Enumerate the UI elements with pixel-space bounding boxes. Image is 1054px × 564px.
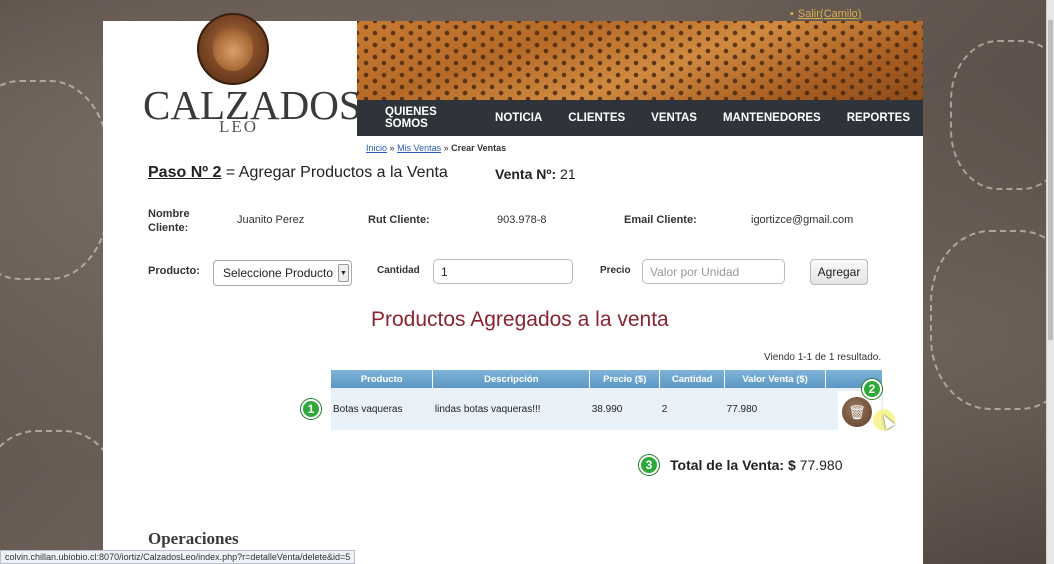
price-label: Precio bbox=[600, 265, 631, 276]
sale-total-label: Total de la Venta: $ bbox=[670, 457, 796, 473]
window-scrollbar[interactable] bbox=[1046, 0, 1054, 564]
step-label: Paso Nº 2 bbox=[148, 164, 222, 181]
add-button[interactable]: Agregar bbox=[810, 259, 868, 285]
breadcrumb-my-sales[interactable]: Mis Ventas bbox=[397, 143, 441, 153]
column-header-producto[interactable]: Producto bbox=[331, 370, 434, 388]
trash-icon[interactable]: 🗑 bbox=[842, 397, 872, 427]
main-page: CALZADOS LEO QUIENES SOMOS NOTICIA CLIEN… bbox=[103, 13, 923, 564]
breadcrumb-current: Crear Ventas bbox=[451, 143, 507, 153]
step-badge-1: 1 bbox=[301, 399, 321, 419]
leather-stitch-decoration bbox=[930, 230, 1054, 410]
column-header-valor-venta[interactable]: Valor Venta ($) bbox=[724, 370, 827, 388]
step-badge-3: 3 bbox=[639, 455, 659, 475]
products-table: Producto Descripción Precio ($) Cantidad… bbox=[331, 370, 883, 430]
nav-item-ventas[interactable]: VENTAS bbox=[638, 112, 710, 124]
client-name-label: Nombre Cliente: bbox=[148, 208, 190, 234]
lion-seal-icon bbox=[197, 13, 269, 85]
step-text: = Agregar Productos a la Venta bbox=[225, 164, 448, 181]
products-section-title: Productos Agregados a la venta bbox=[371, 308, 669, 331]
table-header-row: Producto Descripción Precio ($) Cantidad… bbox=[331, 370, 883, 388]
page-title: Paso Nº 2 = Agregar Productos a la Venta bbox=[148, 164, 448, 182]
product-label: Producto: bbox=[148, 265, 200, 277]
sale-number-value: 21 bbox=[560, 166, 576, 182]
leather-stitch-decoration bbox=[0, 430, 120, 564]
cell-producto: Botas vaqueras bbox=[331, 388, 433, 430]
client-rut-value: 903.978-8 bbox=[497, 214, 547, 226]
logo-subtitle: LEO bbox=[219, 117, 259, 136]
status-bar-url: colvin.chillan.ubiobio.cl:8070/iortiz/Ca… bbox=[0, 550, 356, 564]
price-input[interactable]: Valor por Unidad bbox=[642, 259, 785, 284]
breadcrumb-home[interactable]: Inicio bbox=[366, 143, 387, 153]
client-rut-label: Rut Cliente: bbox=[368, 214, 430, 226]
operations-title: Operaciones bbox=[148, 529, 239, 548]
product-select-value: Seleccione Producto bbox=[223, 266, 334, 280]
logout-link[interactable]: Salir(Camilo) bbox=[798, 8, 862, 20]
leather-stitch-decoration bbox=[0, 80, 110, 280]
client-email-value: igortizce@gmail.com bbox=[751, 214, 854, 226]
results-summary: Viendo 1-1 de 1 resultado. bbox=[764, 352, 882, 363]
leather-stitch-decoration bbox=[950, 40, 1054, 190]
sale-total-value: 77.980 bbox=[799, 457, 843, 473]
cell-valor-venta: 77.980 bbox=[724, 388, 826, 430]
cell-cantidad: 2 bbox=[659, 388, 725, 430]
lion-head-icon bbox=[213, 27, 253, 71]
breadcrumb-separator: » bbox=[389, 143, 395, 153]
header-banner-image bbox=[357, 21, 923, 100]
column-header-descripcion[interactable]: Descripción bbox=[432, 370, 591, 388]
column-header-cantidad[interactable]: Cantidad bbox=[659, 370, 726, 388]
breadcrumb: Inicio » Mis Ventas » Crear Ventas bbox=[366, 143, 506, 153]
main-nav: QUIENES SOMOS NOTICIA CLIENTES VENTAS MA… bbox=[357, 100, 923, 136]
breadcrumb-separator: » bbox=[443, 143, 449, 153]
bullet-icon: ▪ bbox=[790, 8, 794, 20]
nav-item-quienes-somos[interactable]: QUIENES SOMOS bbox=[357, 106, 482, 130]
nav-item-mantenedores[interactable]: MANTENEDORES bbox=[710, 112, 834, 124]
chevron-down-icon[interactable]: ▼ bbox=[338, 264, 349, 282]
nav-item-reportes[interactable]: REPORTES bbox=[834, 112, 923, 124]
step-badge-2: 2 bbox=[862, 379, 882, 399]
sale-total: Total de la Venta: $ 77.980 bbox=[670, 457, 843, 473]
logout-link-container: ▪ Salir(Camilo) bbox=[790, 8, 861, 20]
client-email-label: Email Cliente: bbox=[624, 214, 697, 226]
nav-item-noticia[interactable]: NOTICIA bbox=[482, 112, 555, 124]
cell-descripcion: lindas botas vaqueras!!! bbox=[432, 388, 590, 430]
client-name-value: Juanito Perez bbox=[237, 214, 305, 226]
column-header-precio[interactable]: Precio ($) bbox=[589, 370, 661, 388]
product-select[interactable]: Seleccione Producto ▼ bbox=[213, 260, 352, 286]
nav-item-clientes[interactable]: CLIENTES bbox=[555, 112, 638, 124]
table-row: Botas vaqueras lindas botas vaqueras!!! … bbox=[331, 388, 883, 430]
logo[interactable]: CALZADOS LEO bbox=[139, 13, 362, 136]
cell-precio: 38.990 bbox=[589, 388, 660, 430]
quantity-input[interactable]: 1 bbox=[433, 259, 573, 284]
sale-number-label: Venta Nº: bbox=[495, 166, 557, 182]
scrollbar-thumb[interactable] bbox=[1048, 20, 1053, 340]
sale-number: Venta Nº: 21 bbox=[495, 166, 576, 182]
quantity-label: Cantidad bbox=[377, 265, 420, 276]
